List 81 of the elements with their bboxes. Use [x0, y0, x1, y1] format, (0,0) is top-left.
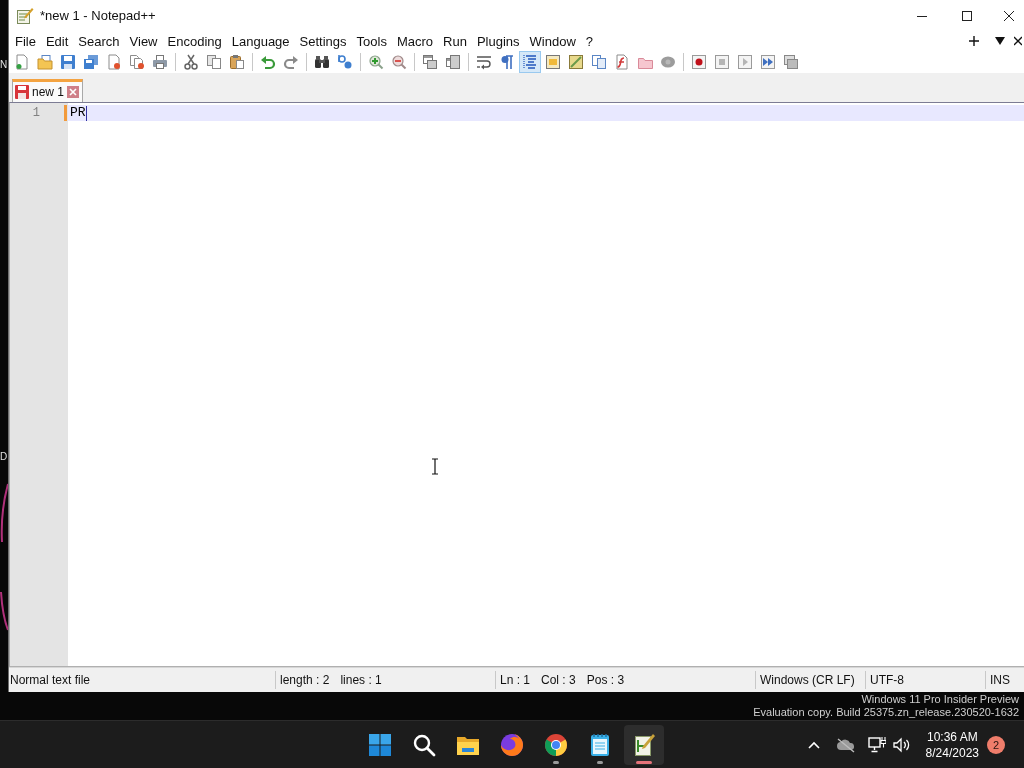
close-file-icon[interactable] — [105, 54, 122, 70]
status-text: UTF-8 — [870, 673, 904, 687]
menu-item[interactable]: Search — [73, 33, 125, 49]
notepad-pencil-icon[interactable] — [632, 732, 656, 757]
menu-item[interactable]: Macro — [391, 33, 439, 49]
binoculars-icon[interactable] — [313, 54, 330, 70]
clock[interactable]: 10:36 AM 8/24/2023 — [925, 728, 979, 761]
search-icon[interactable] — [412, 732, 436, 757]
menu-item[interactable]: Window — [524, 33, 581, 49]
status-text: INS — [990, 673, 1010, 687]
status-text: Pos : 3 — [586, 673, 625, 687]
zoom-out-icon[interactable] — [390, 54, 407, 70]
replace-icon[interactable] — [336, 54, 353, 70]
notification-badge[interactable]: 2 — [987, 735, 1005, 754]
menu-item[interactable]: View — [124, 33, 163, 49]
maximize-icon[interactable] — [962, 10, 972, 21]
function-list-icon[interactable] — [613, 54, 630, 70]
scissors-icon[interactable] — [182, 54, 199, 70]
caret-down-icon[interactable] — [995, 37, 1005, 45]
map-icon[interactable] — [567, 54, 584, 70]
menu-item[interactable]: Run — [438, 33, 472, 49]
overlapping-windows-icon[interactable] — [444, 54, 461, 70]
menu-item[interactable]: Tools — [351, 33, 392, 49]
menu-item[interactable]: Encoding — [162, 33, 227, 49]
eye-icon[interactable] — [659, 54, 676, 70]
taskbar-app-button[interactable] — [624, 724, 664, 765]
status-text: Ln : 1 — [500, 673, 531, 687]
cloud-slash-icon[interactable] — [835, 736, 856, 753]
speaker-icon[interactable] — [892, 736, 911, 753]
desktop-icon-label: N — [0, 59, 8, 71]
menu-item[interactable]: ? — [580, 33, 599, 49]
document-list-icon[interactable] — [590, 54, 607, 70]
stop-icon[interactable] — [713, 54, 730, 70]
menu-item[interactable]: Edit — [40, 33, 74, 49]
play-icon[interactable] — [736, 54, 753, 70]
zoom-in-icon[interactable] — [367, 54, 384, 70]
close-all-icon[interactable] — [128, 54, 145, 70]
printer-icon[interactable] — [151, 54, 168, 70]
plus-icon[interactable] — [969, 36, 979, 46]
watermark-line: Evaluation copy. Build 25375.zn_release.230520-1632 — [753, 706, 1019, 719]
pilcrow-icon[interactable] — [498, 54, 515, 70]
save-all-icon[interactable] — [82, 54, 99, 70]
menu-item[interactable]: Settings — [294, 33, 352, 49]
status-text: lines : 1 — [340, 673, 382, 687]
code-text: PR — [70, 105, 86, 121]
overlapping-windows-icon[interactable] — [421, 54, 438, 70]
document-tab[interactable]: new 1 — [12, 79, 84, 102]
fast-forward-icon[interactable] — [759, 54, 776, 70]
swirl-globe-icon[interactable] — [500, 732, 524, 757]
start-icon[interactable] — [368, 732, 392, 757]
menu-item[interactable]: File — [9, 33, 41, 49]
indent-guide-icon[interactable] — [518, 51, 541, 73]
menu-item[interactable]: Plugins — [471, 33, 525, 49]
text-cursor-icon — [85, 105, 87, 121]
status-text: Col : 3 — [541, 673, 576, 687]
desktop-icon-label: D — [0, 451, 8, 463]
record-icon[interactable] — [690, 54, 707, 70]
notepad-pencil-icon — [16, 6, 34, 25]
notepad-icon[interactable] — [588, 732, 612, 757]
status-text: Normal text file — [10, 673, 91, 687]
close-icon[interactable] — [1014, 36, 1022, 46]
close-icon[interactable] — [1004, 10, 1014, 21]
status-text: Windows (CR LF) — [760, 673, 855, 687]
i-beam-cursor-icon — [431, 458, 439, 475]
redo-icon[interactable] — [282, 54, 299, 70]
window-title: *new 1 - Notepad++ — [40, 8, 156, 23]
clipboard-icon[interactable] — [228, 54, 245, 70]
browser-wheel-icon[interactable] — [544, 732, 568, 757]
new-file-icon[interactable] — [13, 54, 30, 70]
menu-item[interactable]: Language — [226, 33, 295, 49]
panel-window-icon[interactable] — [544, 54, 561, 70]
stacked-panels-icon[interactable] — [782, 54, 799, 70]
undo-icon[interactable] — [259, 54, 276, 70]
copy-icon[interactable] — [205, 54, 222, 70]
network-monitor-icon[interactable] — [867, 735, 886, 754]
watermark-line: Windows 11 Pro Insider Preview — [861, 693, 1019, 706]
status-text: length : 2 — [280, 673, 330, 687]
word-wrap-icon[interactable] — [475, 54, 492, 70]
line-number: 1 — [32, 106, 40, 120]
save-icon[interactable] — [59, 54, 76, 70]
folder-document-icon[interactable] — [36, 54, 53, 70]
